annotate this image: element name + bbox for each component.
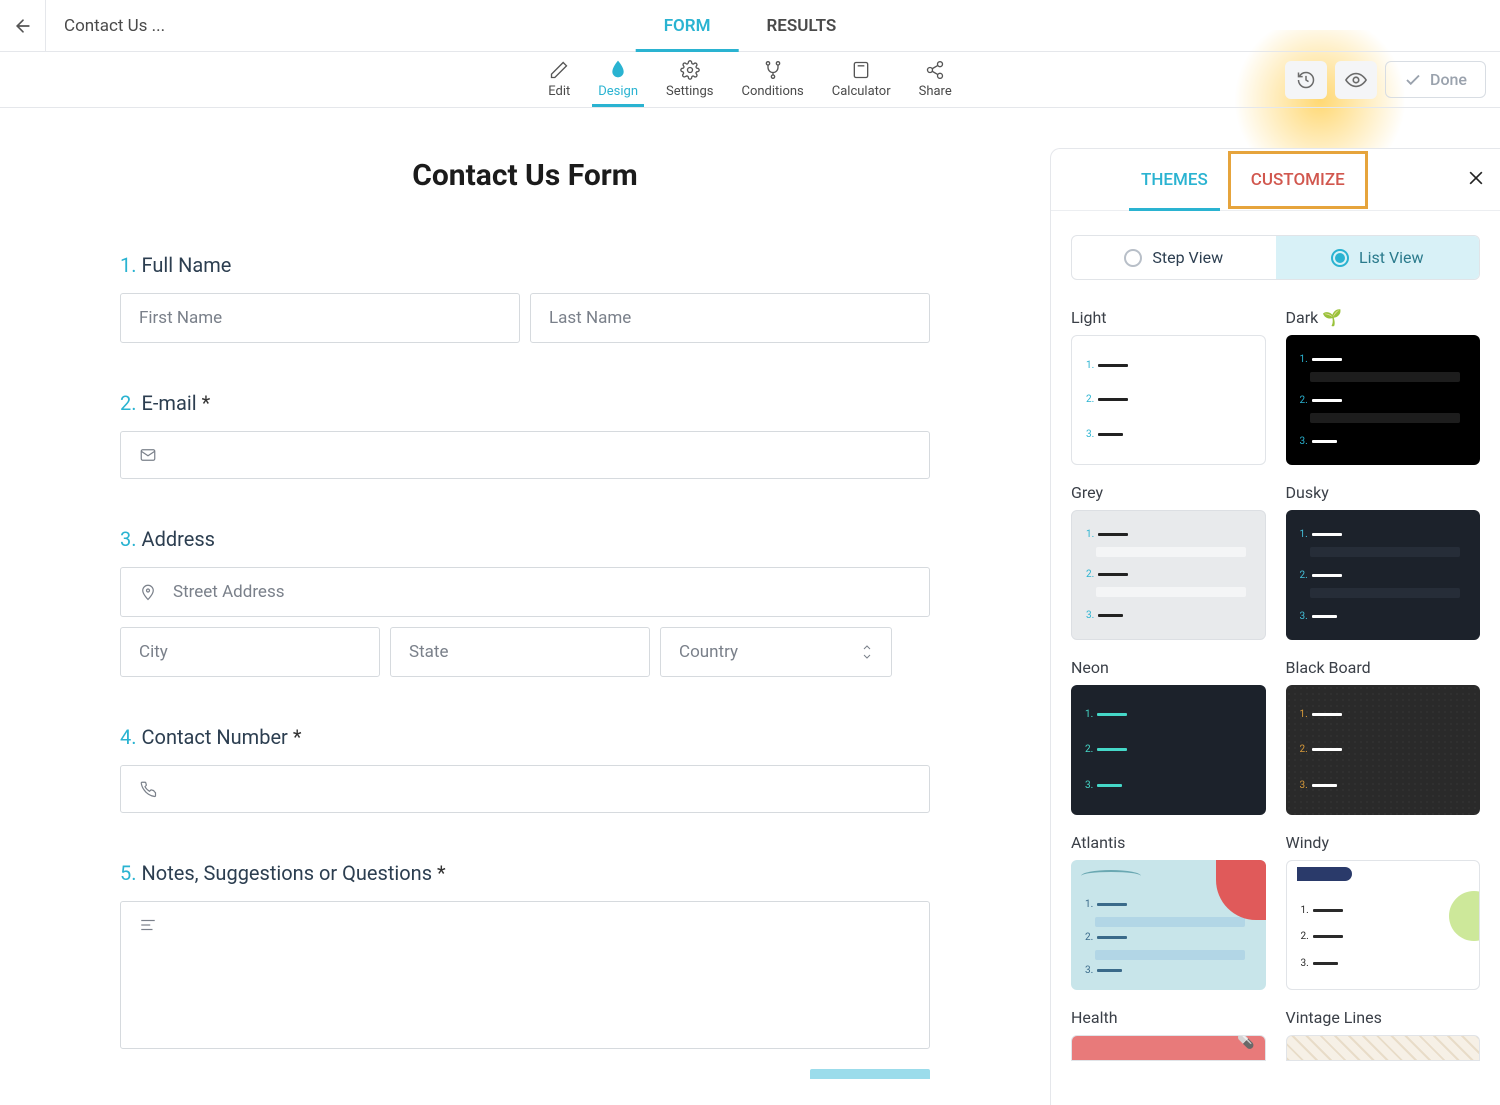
- state-input[interactable]: [390, 627, 650, 677]
- close-icon: [1466, 168, 1486, 188]
- question-label: Contact Number: [142, 725, 288, 749]
- field-notes: 5. Notes, Suggestions or Questions *: [120, 861, 930, 1049]
- tool-calculator[interactable]: Calculator: [818, 60, 905, 99]
- tool-edit[interactable]: Edit: [534, 60, 584, 99]
- arrow-left-icon: [13, 16, 33, 36]
- theme-preview: 1. 2. 3.: [1071, 860, 1266, 990]
- panel-tab-customize[interactable]: CUSTOMIZE: [1228, 151, 1368, 209]
- theme-preview: [1286, 1035, 1481, 1061]
- mail-icon: [139, 446, 157, 464]
- eye-icon: [1345, 69, 1367, 91]
- last-name-input[interactable]: [530, 293, 930, 343]
- tool-label: Share: [919, 84, 952, 99]
- text-align-icon: [139, 916, 157, 934]
- tab-results[interactable]: RESULTS: [738, 0, 864, 52]
- question-number: 5.: [120, 861, 137, 885]
- gear-icon: [680, 60, 700, 80]
- tool-label: Calculator: [832, 84, 891, 99]
- country-placeholder: Country: [679, 642, 738, 662]
- question-label: Notes, Suggestions or Questions: [142, 861, 433, 885]
- question-number: 2.: [120, 391, 137, 415]
- pin-icon: [139, 583, 157, 601]
- preview-button[interactable]: [1335, 61, 1377, 99]
- theme-preview: 1. 2. 3.: [1071, 685, 1266, 815]
- field-email: 2. E-mail *: [120, 391, 930, 479]
- field-fullname: 1. Full Name: [120, 253, 930, 343]
- view-option-step[interactable]: Step View: [1072, 236, 1276, 279]
- calculator-icon: [851, 60, 871, 80]
- check-icon: [1404, 71, 1422, 89]
- question-number: 4.: [120, 725, 137, 749]
- view-label: List View: [1359, 248, 1424, 267]
- tool-share[interactable]: Share: [905, 60, 966, 99]
- pencil-icon: [549, 60, 569, 80]
- email-input[interactable]: [120, 431, 930, 479]
- panel-tab-themes[interactable]: THEMES: [1121, 149, 1228, 211]
- theme-vintage[interactable]: Vintage Lines: [1286, 1008, 1481, 1061]
- theme-windy[interactable]: Windy 1. 2. 3.: [1286, 833, 1481, 990]
- done-label: Done: [1430, 70, 1467, 89]
- document-title[interactable]: Contact Us ...: [46, 16, 183, 36]
- theme-preview: 1. 2. 3.: [1286, 685, 1481, 815]
- history-button[interactable]: [1285, 61, 1327, 99]
- radio-icon: [1331, 249, 1349, 267]
- question-label: Address: [142, 527, 215, 551]
- drop-icon: [608, 60, 628, 80]
- question-label: Full Name: [142, 253, 232, 277]
- theme-grey[interactable]: Grey 1. 2. 3.: [1071, 483, 1266, 640]
- back-button[interactable]: [0, 0, 46, 52]
- theme-preview: [1071, 1035, 1266, 1061]
- panel-close-button[interactable]: [1466, 168, 1486, 192]
- view-option-list[interactable]: List View: [1276, 236, 1480, 279]
- tool-label: Conditions: [742, 84, 804, 99]
- street-placeholder: Street Address: [173, 582, 285, 602]
- required-mark: *: [202, 391, 211, 415]
- question-number: 3.: [120, 527, 137, 551]
- required-mark: *: [437, 861, 446, 885]
- tool-design[interactable]: Design: [584, 60, 652, 99]
- theme-atlantis[interactable]: Atlantis 1. 2. 3.: [1071, 833, 1266, 990]
- theme-light[interactable]: Light 1. 2. 3.: [1071, 308, 1266, 465]
- tool-settings[interactable]: Settings: [652, 60, 727, 99]
- history-icon: [1296, 70, 1316, 90]
- street-input[interactable]: Street Address: [120, 567, 930, 617]
- theme-preview: 1. 2. 3.: [1071, 335, 1266, 465]
- theme-preview: 1. 2. 3.: [1286, 335, 1481, 465]
- tool-label: Settings: [666, 84, 713, 99]
- phone-input[interactable]: [120, 765, 930, 813]
- theme-preview: 1. 2. 3.: [1286, 860, 1481, 990]
- tab-form[interactable]: FORM: [636, 0, 739, 52]
- field-address: 3. Address Street Address Country: [120, 527, 930, 677]
- phone-icon: [139, 780, 157, 798]
- tool-label: Edit: [548, 84, 570, 99]
- done-button[interactable]: Done: [1385, 61, 1486, 98]
- question-number: 1.: [120, 253, 137, 277]
- notes-textarea[interactable]: [120, 901, 930, 1049]
- tool-label: Design: [598, 84, 638, 99]
- city-input[interactable]: [120, 627, 380, 677]
- theme-health[interactable]: Health: [1071, 1008, 1266, 1061]
- radio-icon: [1124, 249, 1142, 267]
- theme-preview: 1. 2. 3.: [1286, 510, 1481, 640]
- required-mark: *: [293, 725, 302, 749]
- branch-icon: [763, 60, 783, 80]
- question-label: E-mail: [142, 391, 197, 415]
- theme-dusky[interactable]: Dusky 1. 2. 3.: [1286, 483, 1481, 640]
- first-name-input[interactable]: [120, 293, 520, 343]
- design-panel: THEMES CUSTOMIZE Step View List View: [1050, 148, 1500, 1105]
- theme-neon[interactable]: Neon 1. 2. 3.: [1071, 658, 1266, 815]
- theme-dark[interactable]: Dark 🌱 1. 2. 3.: [1286, 308, 1481, 465]
- country-select[interactable]: Country: [660, 627, 892, 677]
- form-title: Contact Us Form: [120, 158, 930, 193]
- theme-blackboard[interactable]: Black Board 1. 2. 3.: [1286, 658, 1481, 815]
- submit-button[interactable]: [810, 1069, 930, 1079]
- theme-preview: 1. 2. 3.: [1071, 510, 1266, 640]
- share-icon: [925, 60, 945, 80]
- chevron-updown-icon: [861, 644, 873, 660]
- tool-conditions[interactable]: Conditions: [728, 60, 818, 99]
- field-contact-number: 4. Contact Number *: [120, 725, 930, 813]
- view-label: Step View: [1152, 248, 1223, 267]
